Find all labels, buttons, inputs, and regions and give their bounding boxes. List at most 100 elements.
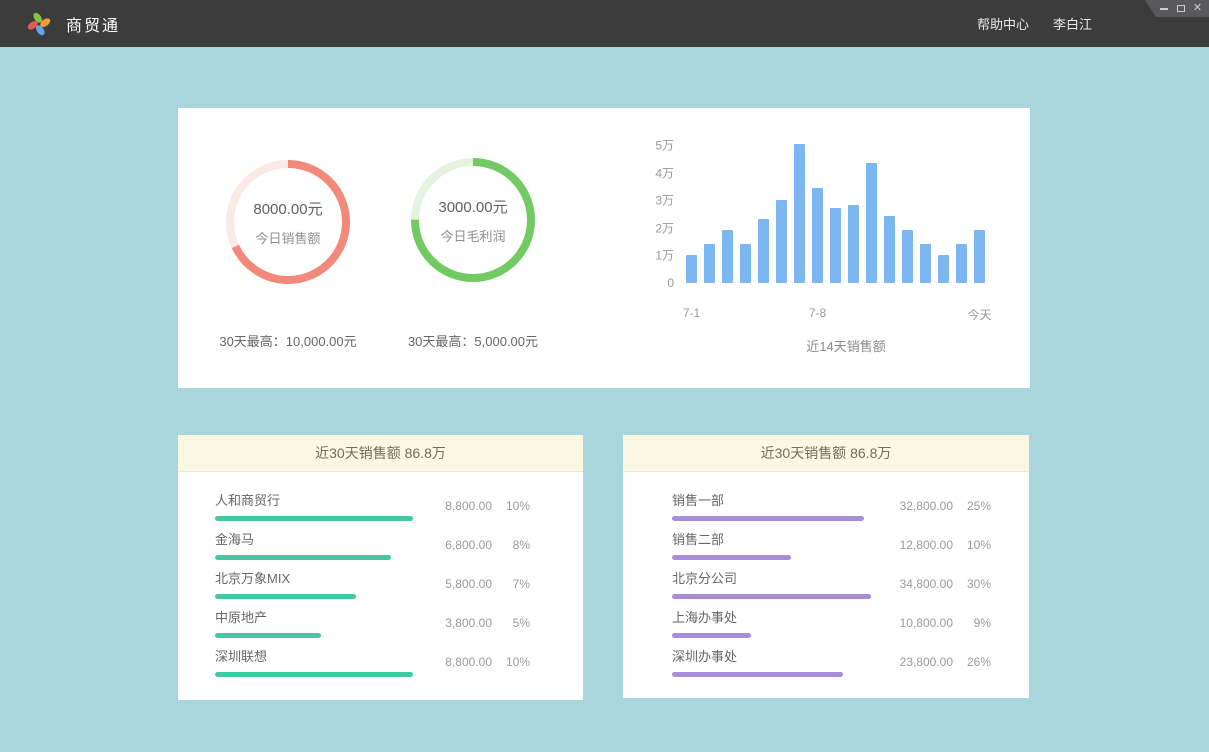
rank-row-value: 5,800.00 [422,577,492,591]
rank-row: 北京分公司 34,800.0030% [672,564,991,603]
rank-row-percent: 10% [953,538,991,552]
rank-row-label: 深圳办事处 [672,646,843,665]
rank-row-bar [215,516,413,521]
bar [722,230,733,283]
rank-row-bar [215,633,321,638]
y-axis-tick: 4万 [648,164,674,181]
rank-row-bar [672,594,871,599]
maximize-icon [1177,5,1185,12]
today-sales-metric: 今日销售额 [255,228,320,247]
rank-row-bar [215,555,391,560]
today-profit-value: 3000.00元 [438,196,507,217]
customer-rank-rows: 人和商贸行8,800.0010%金海马6,800.008%北京万象MIX5,80… [178,472,583,681]
close-icon: ✕ [1193,3,1202,14]
rank-row-value: 8,800.00 [422,499,492,513]
y-axis-tick: 3万 [648,192,674,209]
bar [812,188,823,283]
rank-row-label: 深圳联想 [215,646,413,665]
today-profit-metric: 今日毛利润 [440,226,505,245]
customer-rank-panel: 近30天销售额 86.8万 人和商贸行8,800.0010%金海马6,800.0… [178,435,583,700]
rank-row: 金海马 6,800.008% [215,525,530,564]
minimize-icon [1160,8,1168,10]
bar [686,255,697,283]
x-axis-tick: 7-8 [809,306,826,320]
rank-row-value: 32,800.00 [883,499,953,513]
y-axis-tick: 0 [648,276,674,290]
minimize-button[interactable] [1155,0,1172,17]
rank-row: 上海办事处10,800.009% [672,603,991,642]
user-menu[interactable]: 李白江 [1053,14,1092,33]
bar [758,219,769,283]
bar [794,144,805,283]
bar [884,216,895,283]
rank-row: 北京万象MIX 5,800.007% [215,564,530,603]
rank-row-percent: 7% [492,577,530,591]
close-button[interactable]: ✕ [1189,0,1206,17]
rank-row-percent: 30% [953,577,991,591]
app-title: 商贸通 [66,12,120,36]
rank-row-label: 销售二部 [672,529,791,548]
bar [920,244,931,283]
window-controls: ✕ [1145,0,1209,17]
rank-row-value: 34,800.00 [883,577,953,591]
rank-row-label: 北京分公司 [672,568,871,587]
app-logo-icon [27,11,51,37]
sales-14d-bar-chart: 5万4万3万2万1万0 7-17-8今天 近14天销售额 [648,136,1016,361]
rank-row-percent: 9% [953,616,991,630]
department-rank-panel: 近30天销售额 86.8万 销售一部32,800.0025% 销售二部 12,800… [623,435,1029,698]
rank-row-label: 金海马 [215,529,391,548]
bar [740,244,751,283]
bar [704,244,715,283]
rank-row-percent: 10% [492,499,530,513]
bar [830,208,841,283]
rank-row-percent: 25% [953,499,991,513]
rank-row-bar [672,633,751,638]
rank-row-bar [672,555,791,560]
rank-row-percent: 8% [492,538,530,552]
rank-row: 销售二部 12,800.0010% [672,525,991,564]
rank-row-label: 上海办事处 [672,607,751,626]
rank-row-bar [215,672,413,677]
rank-row-value: 12,800.00 [883,538,953,552]
rank-row-label: 中原地产 [215,607,321,626]
bar [956,244,967,283]
bar [974,230,985,283]
rank-row-value: 6,800.00 [422,538,492,552]
app-titlebar: 商贸通 帮助中心 李白江 ✕ [0,0,1209,47]
rank-row: 销售一部32,800.0025% [672,486,991,525]
rank-row-label: 北京万象MIX [215,568,356,587]
rank-row-label: 人和商贸行 [215,490,413,509]
rank-row: 中原地产 3,800.005% [215,603,530,642]
overview-panel: 8000.00元 今日销售额 30天最高：10,000.00元 3000.00元… [178,108,1030,388]
bar [866,163,877,283]
y-axis-tick: 5万 [648,137,674,154]
department-rank-rows: 销售一部32,800.0025% 销售二部 12,800.0010% 北京分公司 34,… [623,472,1029,681]
bar-chart-bars [686,143,985,283]
rank-row-bar [672,516,864,521]
rank-row-percent: 26% [953,655,991,669]
help-center-link[interactable]: 帮助中心 [977,14,1029,33]
today-sales-30d-max: 30天最高：10,000.00元 [203,331,373,350]
x-axis-tick: 今天 [967,306,991,323]
rank-row-value: 3,800.00 [422,616,492,630]
bar [902,230,913,283]
rank-row: 人和商贸行 8,800.0010% [215,486,530,525]
maximize-button[interactable] [1172,0,1189,17]
bar-chart-title: 近14天销售额 [806,336,885,355]
y-axis-tick: 2万 [648,219,674,236]
rank-row-bar [672,672,843,677]
rank-row-percent: 5% [492,616,530,630]
bar [776,200,787,283]
rank-row: 深圳办事处 23,800.0026% [672,642,991,681]
today-profit-30d-max: 30天最高：5,000.00元 [388,331,558,350]
today-sales-value: 8000.00元 [253,198,322,219]
today-profit-gauge-labels: 3000.00元 今日毛利润 [409,156,537,284]
bar [848,205,859,283]
rank-row-percent: 10% [492,655,530,669]
customer-rank-header: 近30天销售额 86.8万 [178,435,583,472]
rank-row-bar [215,594,356,599]
department-rank-header: 近30天销售额 86.8万 [623,435,1029,472]
rank-row: 深圳联想8,800.0010% [215,642,530,681]
rank-row-value: 23,800.00 [883,655,953,669]
today-sales-gauge-labels: 8000.00元 今日销售额 [224,158,352,286]
